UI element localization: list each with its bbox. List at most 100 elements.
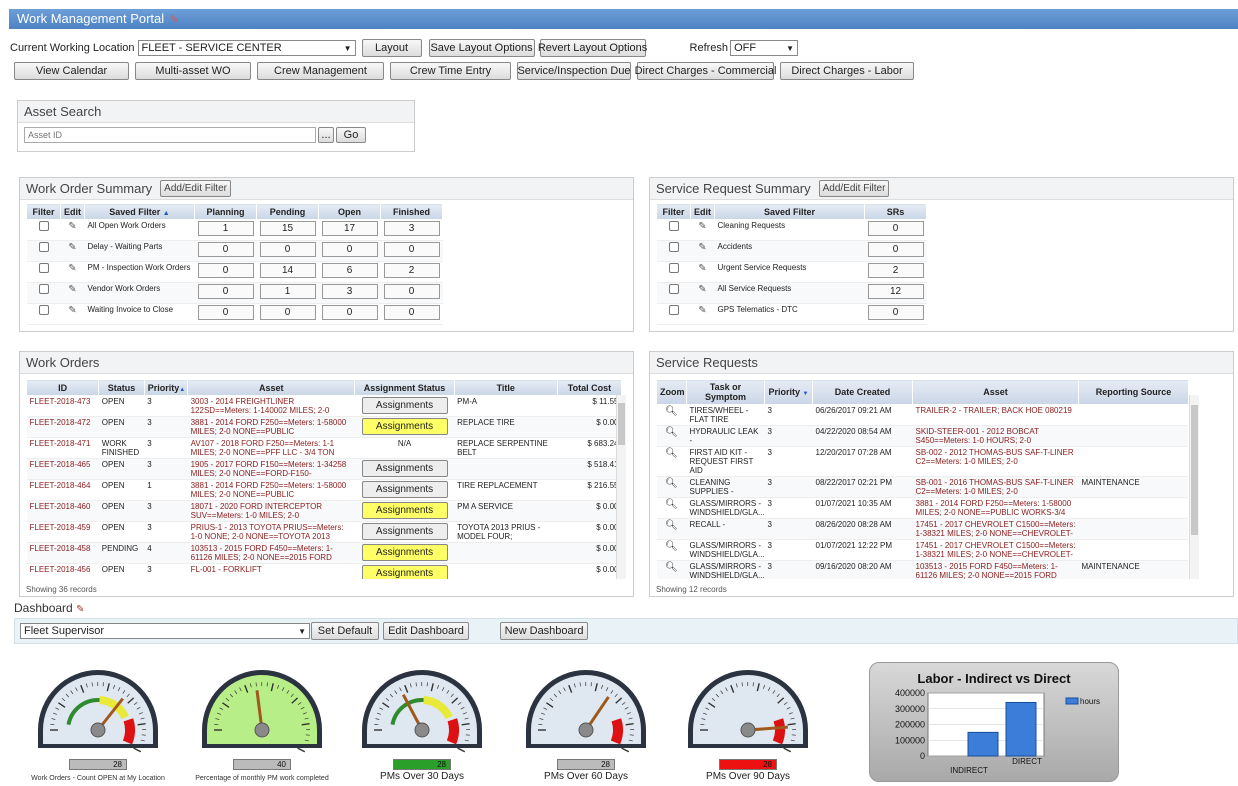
finished-count[interactable]: 2 <box>383 263 440 278</box>
refresh-select[interactable]: OFF ▼ <box>730 40 799 56</box>
table-row[interactable]: FLEET-2018-458 PENDING 4 103513 - 2015 F… <box>26 542 622 564</box>
asset-id-input[interactable] <box>24 127 316 143</box>
edit-pencil-icon[interactable]: ✎ <box>68 284 76 295</box>
assignments-button[interactable]: Assignments <box>361 460 448 477</box>
set-default-button[interactable]: Set Default <box>311 622 379 640</box>
wo-asset[interactable]: FL-001 - FORKLIFT <box>187 563 355 579</box>
sr-count[interactable]: 0 <box>867 242 924 257</box>
wo-id-link[interactable]: FLEET-2018-458 <box>26 542 99 564</box>
finished-count[interactable]: 0 <box>383 305 440 320</box>
filter-checkbox[interactable] <box>668 284 679 294</box>
service-inspection-due-button[interactable]: Service/Inspection Due <box>517 62 631 80</box>
pending-count[interactable]: 0 <box>259 305 316 320</box>
open-count[interactable]: 0 <box>321 242 378 257</box>
assignments-button[interactable]: Assignments <box>361 565 448 579</box>
edit-pencil-icon[interactable]: ✎ <box>698 263 706 274</box>
table-row[interactable]: 🔍︎ GLASS/MIRRORS - WINDSHIELD/GLA... 3 0… <box>656 560 1188 579</box>
zoom-icon[interactable]: 🔍︎ <box>656 404 687 426</box>
wo-id-link[interactable]: FLEET-2018-460 <box>26 500 99 522</box>
table-row[interactable]: 🔍︎ GLASS/MIRRORS - WINDSHIELD/GLA... 3 0… <box>656 539 1188 561</box>
filter-checkbox[interactable] <box>668 263 679 273</box>
direct-charges-commercial-button[interactable]: Direct Charges - Commercial <box>635 62 776 80</box>
asset-browse-button[interactable]: ... <box>318 127 334 143</box>
assignments-button[interactable]: Assignments <box>361 544 448 561</box>
sr-scrollbar[interactable] <box>1189 395 1199 579</box>
table-row[interactable]: 🔍︎ TIRES/WHEEL - FLAT TIRE 3 06/26/2017 … <box>656 404 1188 426</box>
new-dashboard-button[interactable]: New Dashboard <box>500 622 588 640</box>
edit-pencil-icon[interactable]: ✎ <box>698 221 706 232</box>
view-calendar-button[interactable]: View Calendar <box>14 62 129 80</box>
sr-count[interactable]: 0 <box>867 221 924 236</box>
sr-count[interactable]: 12 <box>867 284 924 299</box>
pending-count[interactable]: 1 <box>259 284 316 299</box>
zoom-icon[interactable]: 🔍︎ <box>656 425 687 447</box>
edit-pencil-icon[interactable]: ✎ <box>698 284 706 295</box>
direct-charges-labor-button[interactable]: Direct Charges - Labor <box>780 62 914 80</box>
location-select[interactable]: FLEET - SERVICE CENTER ▼ <box>137 40 356 56</box>
open-count[interactable]: 3 <box>321 284 378 299</box>
edit-pencil-icon[interactable]: ✎ <box>68 221 76 232</box>
wo-asset[interactable]: 3881 - 2014 FORD F250==Meters: 1-58000 M… <box>187 479 355 501</box>
zoom-icon[interactable]: 🔍︎ <box>656 476 687 498</box>
assignments-button[interactable]: Assignments <box>361 418 448 435</box>
wo-id-link[interactable]: FLEET-2018-473 <box>26 395 99 417</box>
finished-count[interactable]: 3 <box>383 221 440 236</box>
zoom-icon[interactable]: 🔍︎ <box>656 497 687 519</box>
pending-count[interactable]: 14 <box>259 263 316 278</box>
wo-asset[interactable]: 1905 - 2017 FORD F150==Meters: 1-34258 M… <box>187 458 355 480</box>
table-row[interactable]: 🔍︎ FIRST AID KIT - REQUEST FIRST AID 3 1… <box>656 446 1188 477</box>
planning-count[interactable]: 0 <box>197 305 254 320</box>
wo-scrollbar[interactable] <box>616 395 626 579</box>
sr-count[interactable]: 0 <box>867 305 924 320</box>
zoom-icon[interactable]: 🔍︎ <box>656 518 687 540</box>
multi-asset-wo-button[interactable]: Multi-asset WO <box>135 62 251 80</box>
wo-asset[interactable]: 3003 - 2014 FREIGHTLINER 122SD==Meters: … <box>187 395 355 417</box>
filter-checkbox[interactable] <box>38 263 49 273</box>
planning-count[interactable]: 0 <box>197 242 254 257</box>
assignments-button[interactable]: Assignments <box>361 502 448 519</box>
sr-count[interactable]: 2 <box>867 263 924 278</box>
planning-count[interactable]: 0 <box>197 284 254 299</box>
wo-add-edit-filter-button[interactable]: Add/Edit Filter <box>160 180 231 197</box>
wo-id-link[interactable]: FLEET-2018-459 <box>26 521 99 543</box>
sr-asset[interactable]: 17451 - 2017 CHEVROLET C1500==Meters: 1-… <box>912 539 1079 561</box>
dashboard-select[interactable]: Fleet Supervisor ▼ <box>20 623 310 639</box>
zoom-icon[interactable]: 🔍︎ <box>656 539 687 561</box>
finished-count[interactable]: 0 <box>383 284 440 299</box>
table-row[interactable]: 🔍︎ HYDRAULIC LEAK - 3 04/22/2020 08:54 A… <box>656 425 1188 447</box>
sr-asset[interactable]: 103513 - 2015 FORD F450==Meters: 1-61126… <box>912 560 1079 579</box>
assignments-button[interactable]: Assignments <box>361 397 448 414</box>
table-row[interactable]: 🔍︎ GLASS/MIRRORS - WINDSHIELD/GLA... 3 0… <box>656 497 1188 519</box>
wo-id-link[interactable]: FLEET-2018-471 <box>26 437 99 459</box>
open-count[interactable]: 0 <box>321 305 378 320</box>
planning-count[interactable]: 1 <box>197 221 254 236</box>
wo-asset[interactable]: AV107 - 2018 FORD F250==Meters: 1-1 MILE… <box>187 437 355 459</box>
asset-go-button[interactable]: Go <box>336 127 366 143</box>
filter-checkbox[interactable] <box>38 221 49 231</box>
edit-pencil-icon[interactable]: ✎ <box>68 263 76 274</box>
table-row[interactable]: 🔍︎ RECALL - 3 08/26/2020 08:28 AM 17451 … <box>656 518 1188 540</box>
col-saved-filter[interactable]: Saved Filter ▲ <box>84 203 195 220</box>
sr-add-edit-filter-button[interactable]: Add/Edit Filter <box>818 180 890 197</box>
sr-asset[interactable]: SKID-STEER-001 - 2012 BOBCAT S450==Meter… <box>912 425 1079 447</box>
wo-asset[interactable]: PRIUS-1 - 2013 TOYOTA PRIUS==Meters: 1-0… <box>187 521 355 543</box>
crew-management-button[interactable]: Crew Management <box>257 62 384 80</box>
col-priority[interactable]: Priority ▼ <box>764 379 813 405</box>
edit-dashboard-button[interactable]: Edit Dashboard <box>383 622 469 640</box>
table-row[interactable]: 🔍︎ CLEANING SUPPLIES - 3 08/22/2017 02:2… <box>656 476 1188 498</box>
pencil-icon[interactable]: ✎ <box>76 604 84 615</box>
table-row[interactable]: FLEET-2018-464 OPEN 1 3881 - 2014 FORD F… <box>26 479 622 501</box>
table-row[interactable]: FLEET-2018-472 OPEN 3 3881 - 2014 FORD F… <box>26 416 622 438</box>
edit-pencil-icon[interactable]: ✎ <box>68 242 76 253</box>
filter-checkbox[interactable] <box>668 242 679 252</box>
table-row[interactable]: FLEET-2018-459 OPEN 3 PRIUS-1 - 2013 TOY… <box>26 521 622 543</box>
filter-checkbox[interactable] <box>38 305 49 315</box>
pending-count[interactable]: 15 <box>259 221 316 236</box>
edit-pencil-icon[interactable]: ✎ <box>68 305 76 316</box>
filter-checkbox[interactable] <box>668 305 679 315</box>
table-row[interactable]: FLEET-2018-465 OPEN 3 1905 - 2017 FORD F… <box>26 458 622 480</box>
sr-asset[interactable]: SB-002 - 2012 THOMAS-BUS SAF-T-LINER C2=… <box>912 446 1079 477</box>
pending-count[interactable]: 0 <box>259 242 316 257</box>
sr-asset[interactable]: TRAILER-2 - TRAILER; BACK HOE 080219 <box>912 404 1079 426</box>
col-priority[interactable]: Priority▲ <box>143 379 189 396</box>
